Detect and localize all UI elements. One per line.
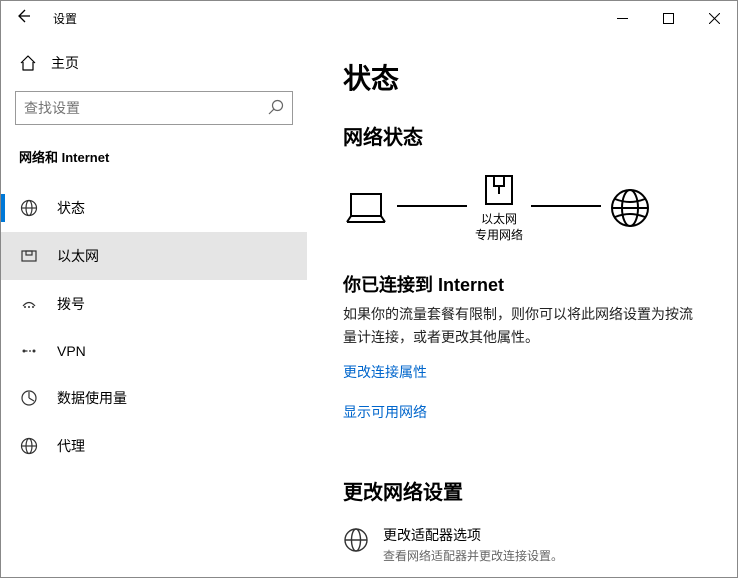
content: 主页 网络和 Internet 状态 以太网 拨号 [1, 35, 737, 577]
option-desc: 查看网络适配器并更改连接设置。 [383, 547, 563, 564]
sidebar-item-label: VPN [57, 343, 86, 359]
close-button[interactable] [691, 1, 737, 35]
sidebar-item-label: 数据使用量 [57, 388, 127, 408]
sidebar-item-ethernet[interactable]: 以太网 [1, 232, 307, 280]
category-label: 网络和 Internet [1, 137, 307, 184]
home-icon [19, 54, 37, 72]
sidebar-item-label: 代理 [57, 436, 85, 456]
dialup-icon [19, 295, 39, 313]
maximize-button[interactable] [645, 1, 691, 35]
sidebar-item-label: 以太网 [57, 246, 99, 266]
connected-title: 你已连接到 Internet [343, 271, 701, 297]
datausage-icon [19, 389, 39, 407]
laptop-icon [343, 188, 389, 228]
status-icon [19, 199, 39, 217]
app-title: 设置 [53, 10, 77, 27]
page-title: 状态 [343, 57, 701, 97]
search-input-wrapper[interactable] [15, 91, 293, 125]
network-status-title: 网络状态 [343, 121, 701, 150]
sidebar-item-label: 拨号 [57, 294, 85, 314]
main-panel: 状态 网络状态 以太网 专用网络 [307, 35, 737, 577]
sidebar-item-label: 状态 [57, 198, 85, 218]
back-button[interactable] [15, 8, 31, 29]
sidebar-item-datausage[interactable]: 数据使用量 [1, 374, 307, 422]
sidebar-item-vpn[interactable]: VPN [1, 328, 307, 374]
ethernet-icon [19, 247, 39, 265]
search-icon [268, 99, 284, 118]
diagram-line [531, 205, 601, 207]
sidebar-item-dialup[interactable]: 拨号 [1, 280, 307, 328]
change-connection-properties-link[interactable]: 更改连接属性 [343, 362, 427, 382]
option-title: 更改适配器选项 [383, 525, 563, 545]
home-label: 主页 [51, 53, 79, 73]
titlebar: 设置 [1, 1, 737, 35]
titlebar-left: 设置 [15, 8, 77, 29]
connected-description: 如果你的流量套餐有限制，则你可以将此网络设置为按流量计连接，或者更改其他属性。 [343, 303, 701, 348]
diagram-ethernet-label: 以太网 专用网络 [475, 212, 523, 243]
minimize-button[interactable] [599, 1, 645, 35]
adapter-icon [343, 525, 369, 556]
home-button[interactable]: 主页 [1, 43, 307, 83]
globe-icon [609, 187, 651, 229]
sidebar-item-status[interactable]: 状态 [1, 184, 307, 232]
globe-node [609, 187, 651, 229]
search-input[interactable] [24, 100, 268, 116]
vpn-icon [19, 342, 39, 360]
network-diagram: 以太网 专用网络 [343, 172, 701, 243]
proxy-icon [19, 437, 39, 455]
sidebar-item-proxy[interactable]: 代理 [1, 422, 307, 470]
laptop-node [343, 188, 389, 228]
option-text: 更改适配器选项 查看网络适配器并更改连接设置。 [383, 525, 563, 564]
router-node: 以太网 专用网络 [475, 172, 523, 243]
window-controls [599, 1, 737, 35]
show-available-networks-link[interactable]: 显示可用网络 [343, 402, 427, 422]
option-adapter[interactable]: 更改适配器选项 查看网络适配器并更改连接设置。 [343, 525, 701, 564]
router-icon [482, 172, 516, 208]
diagram-line [397, 205, 467, 207]
sidebar: 主页 网络和 Internet 状态 以太网 拨号 [1, 35, 307, 577]
change-network-settings-title: 更改网络设置 [343, 476, 701, 505]
